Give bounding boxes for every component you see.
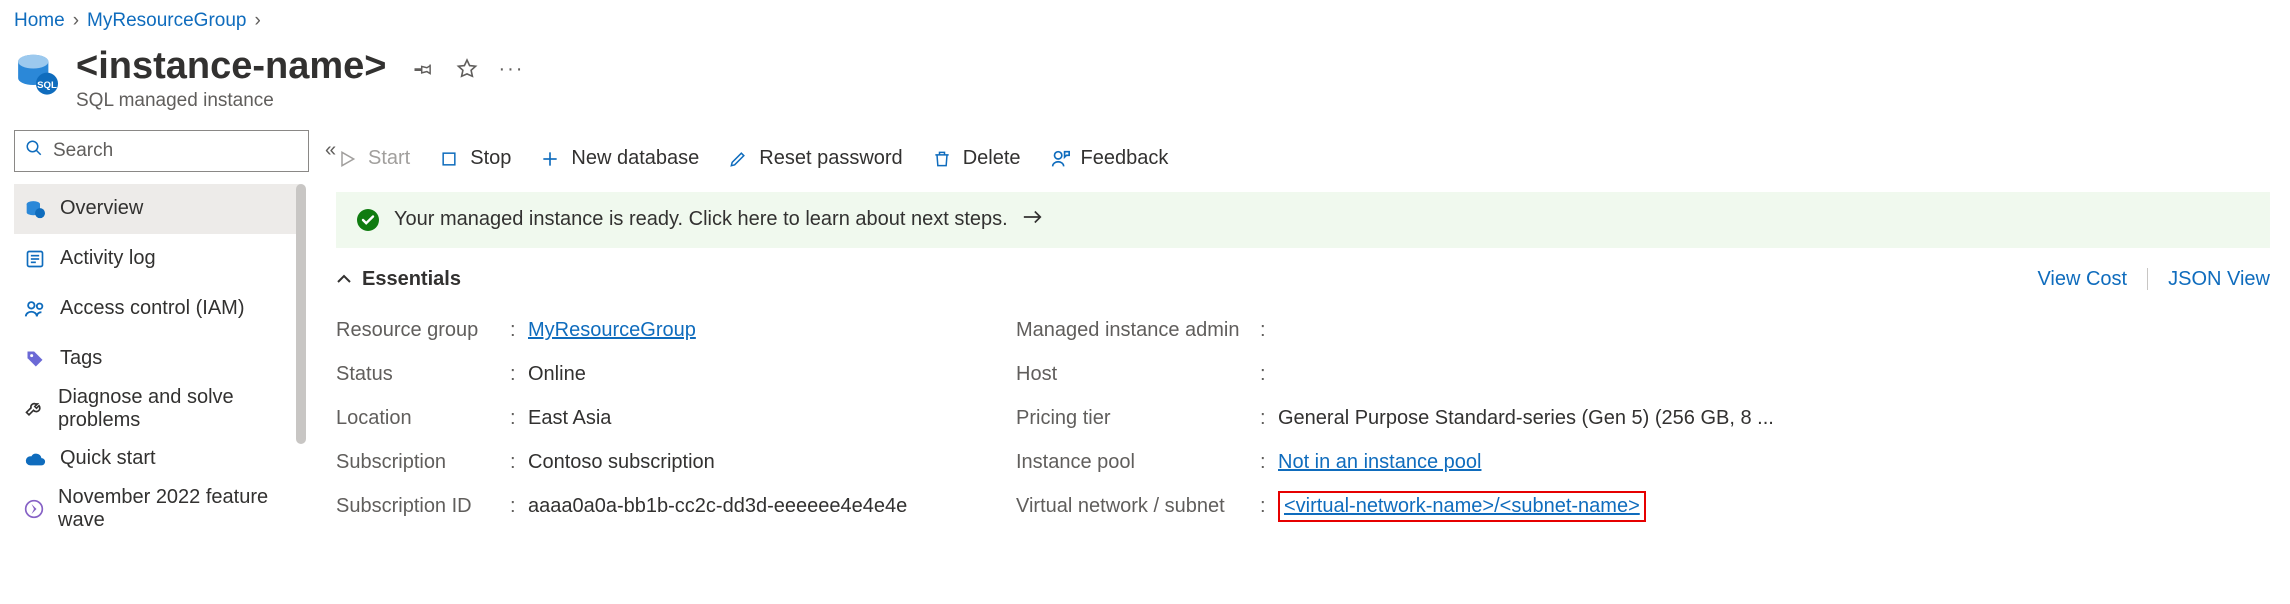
sidebar-item-label: Activity log: [60, 247, 156, 270]
page-title: <instance-name>: [76, 46, 386, 88]
location-value: East Asia: [528, 407, 611, 430]
essentials-heading: Essentials: [362, 268, 461, 291]
sql-managed-instance-icon: SQL: [14, 52, 58, 96]
scrollbar-thumb[interactable]: [296, 184, 306, 444]
people-icon: [24, 298, 46, 320]
search-icon: [25, 139, 43, 163]
play-icon: [336, 148, 358, 170]
chevron-up-icon: [336, 268, 352, 291]
vnet-link[interactable]: <virtual-network-name>/<subnet-name>: [1284, 495, 1640, 517]
instance-pool-label: Instance pool: [1016, 451, 1260, 474]
feedback-button[interactable]: Feedback: [1049, 147, 1169, 170]
toolbar-label: Feedback: [1081, 147, 1169, 170]
sidebar-item-label: Diagnose and solve problems: [58, 386, 290, 432]
status-value: Online: [528, 363, 586, 386]
sidebar-item-activity-log[interactable]: Activity log: [14, 234, 300, 284]
main-content: Start Stop New database Reset password: [310, 130, 2290, 534]
divider: [2147, 268, 2148, 290]
view-cost-link[interactable]: View Cost: [2037, 268, 2127, 291]
admin-label: Managed instance admin: [1016, 319, 1260, 342]
pin-icon[interactable]: [410, 56, 436, 82]
subscription-label: Subscription: [336, 451, 510, 474]
resource-group-link[interactable]: MyResourceGroup: [528, 319, 696, 342]
sql-instance-icon: [24, 198, 46, 220]
breadcrumb: Home › MyResourceGroup ›: [0, 0, 2290, 46]
breadcrumb-resource-group[interactable]: MyResourceGroup: [87, 10, 246, 32]
pricing-label: Pricing tier: [1016, 407, 1260, 430]
sidebar: « Overview Activity log Access control (…: [0, 130, 310, 534]
json-view-link[interactable]: JSON View: [2168, 268, 2270, 291]
vnet-label: Virtual network / subnet: [1016, 495, 1260, 518]
notification-text: Your managed instance is ready. Click he…: [394, 208, 1008, 231]
sidebar-item-tags[interactable]: Tags: [14, 334, 300, 384]
feedback-icon: [1049, 148, 1071, 170]
sidebar-item-feature-wave[interactable]: November 2022 feature wave: [14, 484, 300, 534]
trash-icon: [931, 148, 953, 170]
reset-password-button[interactable]: Reset password: [727, 147, 902, 170]
pencil-icon: [727, 148, 749, 170]
subscription-id-value: aaaa0a0a-bb1b-cc2c-dd3d-eeeeee4e4e4e: [528, 495, 907, 518]
sidebar-menu: Overview Activity log Access control (IA…: [14, 184, 300, 534]
resource-type-label: SQL managed instance: [76, 90, 386, 112]
wrench-icon: [24, 398, 44, 420]
toolbar-label: Start: [368, 147, 410, 170]
svg-text:SQL: SQL: [37, 80, 57, 91]
stop-button[interactable]: Stop: [438, 147, 511, 170]
sidebar-item-overview[interactable]: Overview: [14, 184, 300, 234]
location-label: Location: [336, 407, 510, 430]
stop-icon: [438, 148, 460, 170]
sidebar-item-access-control[interactable]: Access control (IAM): [14, 284, 300, 334]
search-input[interactable]: [53, 140, 298, 162]
sidebar-item-label: Access control (IAM): [60, 297, 244, 320]
toolbar-label: New database: [571, 147, 699, 170]
sidebar-item-label: Overview: [60, 197, 143, 220]
activity-log-icon: [24, 248, 46, 270]
essentials-toggle[interactable]: Essentials: [336, 268, 461, 291]
breadcrumb-home[interactable]: Home: [14, 10, 65, 32]
instance-pool-link[interactable]: Not in an instance pool: [1278, 451, 1481, 474]
toolbar-label: Reset password: [759, 147, 902, 170]
resource-group-label: Resource group: [336, 319, 510, 342]
subscription-id-label: Subscription ID: [336, 495, 510, 518]
sidebar-item-label: Tags: [60, 347, 102, 370]
delete-button[interactable]: Delete: [931, 147, 1021, 170]
sidebar-item-diagnose[interactable]: Diagnose and solve problems: [14, 384, 300, 434]
vnet-highlight: <virtual-network-name>/<subnet-name>: [1278, 491, 1646, 522]
new-database-button[interactable]: New database: [539, 147, 699, 170]
arrow-right-icon: [1022, 208, 1044, 231]
sidebar-item-label: November 2022 feature wave: [58, 486, 290, 532]
more-icon[interactable]: ···: [498, 56, 524, 82]
subscription-value: Contoso subscription: [528, 451, 715, 474]
toolbar-label: Delete: [963, 147, 1021, 170]
sidebar-item-quick-start[interactable]: Quick start: [14, 434, 300, 484]
pricing-value: General Purpose Standard-series (Gen 5) …: [1278, 407, 1774, 430]
toolbar-label: Stop: [470, 147, 511, 170]
chevron-right-icon: ›: [73, 10, 79, 32]
chevron-right-icon: ›: [254, 10, 260, 32]
command-bar: Start Stop New database Reset password: [336, 130, 2270, 188]
sidebar-item-label: Quick start: [60, 447, 156, 470]
tag-icon: [24, 348, 46, 370]
collapse-sidebar-icon[interactable]: «: [325, 139, 336, 162]
essentials-grid: Resource group : MyResourceGroup Status …: [336, 309, 2270, 529]
plus-icon: [539, 148, 561, 170]
start-button: Start: [336, 147, 410, 170]
status-label: Status: [336, 363, 510, 386]
sidebar-search[interactable]: [14, 130, 309, 172]
compass-icon: [24, 498, 44, 520]
cloud-icon: [24, 448, 46, 470]
check-circle-icon: [356, 208, 380, 232]
host-label: Host: [1016, 363, 1260, 386]
star-icon[interactable]: [454, 56, 480, 82]
ready-notification[interactable]: Your managed instance is ready. Click he…: [336, 192, 2270, 248]
page-header: SQL <instance-name> SQL managed instance…: [0, 46, 2290, 130]
